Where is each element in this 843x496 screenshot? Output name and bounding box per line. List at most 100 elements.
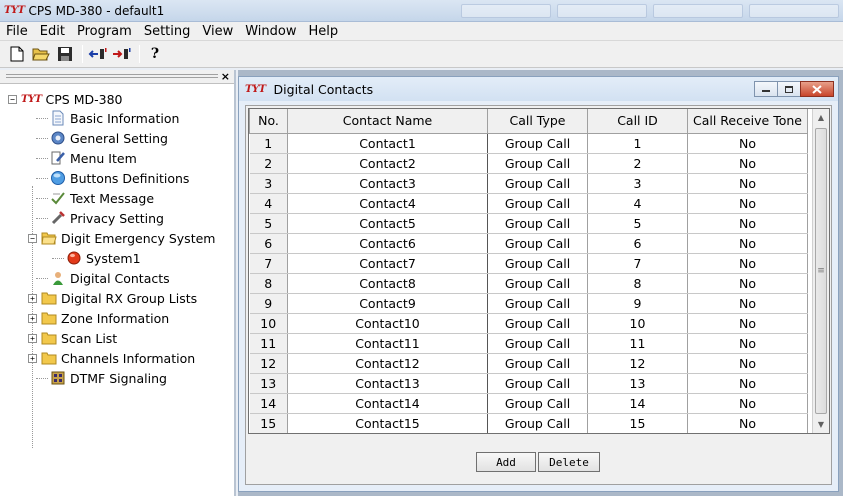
add-button[interactable]: Add xyxy=(476,452,536,472)
tree-item-scan-list[interactable]: + Scan List xyxy=(0,328,236,348)
cell-contact-name[interactable]: Contact3 xyxy=(287,173,488,194)
tree-root[interactable]: − TYT CPS MD-380 xyxy=(8,92,122,107)
cell-call-type[interactable]: Group Call xyxy=(487,293,588,314)
collapse-icon[interactable]: − xyxy=(8,95,17,104)
tree-item-dtmf-signaling[interactable]: DTMF Signaling xyxy=(0,368,236,388)
menu-help[interactable]: Help xyxy=(303,24,345,39)
cell-call-type[interactable]: Group Call xyxy=(487,373,588,394)
cell-call-type[interactable]: Group Call xyxy=(487,173,588,194)
tree-item-buttons-definitions[interactable]: Buttons Definitions xyxy=(0,168,236,188)
column-header-contact-name[interactable]: Contact Name xyxy=(287,109,488,134)
tree-item-basic-information[interactable]: Basic Information xyxy=(0,108,236,128)
cell-call-receive-tone[interactable]: No xyxy=(687,213,808,234)
cell-contact-name[interactable]: Contact14 xyxy=(287,393,488,414)
cell-call-id[interactable]: 13 xyxy=(587,373,688,394)
cell-call-id[interactable]: 12 xyxy=(587,353,688,374)
cell-call-id[interactable]: 4 xyxy=(587,193,688,214)
cell-contact-name[interactable]: Contact1 xyxy=(287,133,488,154)
cell-call-id[interactable]: 7 xyxy=(587,253,688,274)
tree-item-channels-information[interactable]: + Channels Information xyxy=(0,348,236,368)
scroll-down-icon[interactable]: ▼ xyxy=(813,416,829,433)
close-button[interactable] xyxy=(800,81,834,97)
table-row[interactable]: 7 Contact7 Group Call 7 No xyxy=(249,253,808,274)
tree-item-general-setting[interactable]: General Setting xyxy=(0,128,236,148)
cell-call-type[interactable]: Group Call xyxy=(487,353,588,374)
cell-call-receive-tone[interactable]: No xyxy=(687,193,808,214)
tree-item-digital-contacts[interactable]: Digital Contacts xyxy=(0,268,236,288)
write-radio-button[interactable] xyxy=(111,44,133,64)
restore-button[interactable] xyxy=(777,81,801,97)
table-row[interactable]: 2 Contact2 Group Call 2 No xyxy=(249,153,808,174)
cell-call-receive-tone[interactable]: No xyxy=(687,373,808,394)
tree-item-digit-emergency-system[interactable]: − Digit Emergency System xyxy=(0,228,236,248)
tree-item-zone-information[interactable]: + Zone Information xyxy=(0,308,236,328)
table-row[interactable]: 10 Contact10 Group Call 10 No xyxy=(249,313,808,334)
cell-call-id[interactable]: 3 xyxy=(587,173,688,194)
expand-icon[interactable]: + xyxy=(28,333,37,343)
cell-contact-name[interactable]: Contact9 xyxy=(287,293,488,314)
read-radio-button[interactable] xyxy=(87,44,109,64)
help-button[interactable]: ? xyxy=(144,44,166,64)
table-row[interactable]: 15 Contact15 Group Call 15 No xyxy=(249,413,808,433)
table-row[interactable]: 11 Contact11 Group Call 11 No xyxy=(249,333,808,354)
expand-icon[interactable]: + xyxy=(28,293,37,303)
cell-contact-name[interactable]: Contact5 xyxy=(287,213,488,234)
cell-call-receive-tone[interactable]: No xyxy=(687,153,808,174)
column-header-no[interactable]: No. xyxy=(249,109,288,134)
cell-contact-name[interactable]: Contact10 xyxy=(287,313,488,334)
cell-contact-name[interactable]: Contact11 xyxy=(287,333,488,354)
cell-call-receive-tone[interactable]: No xyxy=(687,293,808,314)
cell-call-id[interactable]: 6 xyxy=(587,233,688,254)
cell-contact-name[interactable]: Contact8 xyxy=(287,273,488,294)
table-row[interactable]: 4 Contact4 Group Call 4 No xyxy=(249,193,808,214)
panel-grip[interactable] xyxy=(6,74,218,78)
cell-call-receive-tone[interactable]: No xyxy=(687,353,808,374)
tree-close-icon[interactable]: × xyxy=(221,70,230,83)
cell-contact-name[interactable]: Contact7 xyxy=(287,253,488,274)
open-file-button[interactable] xyxy=(30,44,52,64)
cell-call-type[interactable]: Group Call xyxy=(487,273,588,294)
menu-view[interactable]: View xyxy=(196,24,239,39)
cell-call-type[interactable]: Group Call xyxy=(487,133,588,154)
cell-call-type[interactable]: Group Call xyxy=(487,253,588,274)
table-row[interactable]: 5 Contact5 Group Call 5 No xyxy=(249,213,808,234)
column-header-call-receive-tone[interactable]: Call Receive Tone xyxy=(687,109,808,134)
cell-call-receive-tone[interactable]: No xyxy=(687,173,808,194)
cell-call-receive-tone[interactable]: No xyxy=(687,273,808,294)
collapse-icon[interactable]: − xyxy=(28,233,37,243)
cell-call-receive-tone[interactable]: No xyxy=(687,393,808,414)
tree-item-privacy-setting[interactable]: Privacy Setting xyxy=(0,208,236,228)
cell-call-type[interactable]: Group Call xyxy=(487,313,588,334)
cell-call-type[interactable]: Group Call xyxy=(487,413,588,433)
window-title-bar[interactable]: TYT Digital Contacts xyxy=(239,77,838,101)
column-header-call-type[interactable]: Call Type xyxy=(487,109,588,134)
cell-call-type[interactable]: Group Call xyxy=(487,333,588,354)
cell-call-type[interactable]: Group Call xyxy=(487,153,588,174)
expand-icon[interactable]: + xyxy=(28,313,37,323)
cell-call-id[interactable]: 14 xyxy=(587,393,688,414)
table-row[interactable]: 8 Contact8 Group Call 8 No xyxy=(249,273,808,294)
cell-contact-name[interactable]: Contact15 xyxy=(287,413,488,433)
cell-contact-name[interactable]: Contact6 xyxy=(287,233,488,254)
scroll-up-icon[interactable]: ▲ xyxy=(813,109,829,126)
new-file-button[interactable] xyxy=(6,44,28,64)
cell-call-receive-tone[interactable]: No xyxy=(687,133,808,154)
cell-call-id[interactable]: 15 xyxy=(587,413,688,433)
menu-window[interactable]: Window xyxy=(239,24,302,39)
cell-call-id[interactable]: 5 xyxy=(587,213,688,234)
menu-setting[interactable]: Setting xyxy=(138,24,197,39)
vertical-scrollbar[interactable]: ▲ ≡ ▼ xyxy=(812,109,829,433)
cell-call-type[interactable]: Group Call xyxy=(487,393,588,414)
tree-item-digital-rx-group-lists[interactable]: + Digital RX Group Lists xyxy=(0,288,236,308)
table-row[interactable]: 9 Contact9 Group Call 9 No xyxy=(249,293,808,314)
minimize-button[interactable] xyxy=(754,81,778,97)
column-header-call-id[interactable]: Call ID xyxy=(587,109,688,134)
save-button[interactable] xyxy=(54,44,76,64)
table-row[interactable]: 12 Contact12 Group Call 12 No xyxy=(249,353,808,374)
menu-program[interactable]: Program xyxy=(71,24,138,39)
cell-contact-name[interactable]: Contact2 xyxy=(287,153,488,174)
table-row[interactable]: 6 Contact6 Group Call 6 No xyxy=(249,233,808,254)
table-row[interactable]: 3 Contact3 Group Call 3 No xyxy=(249,173,808,194)
cell-call-receive-tone[interactable]: No xyxy=(687,413,808,433)
delete-button[interactable]: Delete xyxy=(538,452,600,472)
